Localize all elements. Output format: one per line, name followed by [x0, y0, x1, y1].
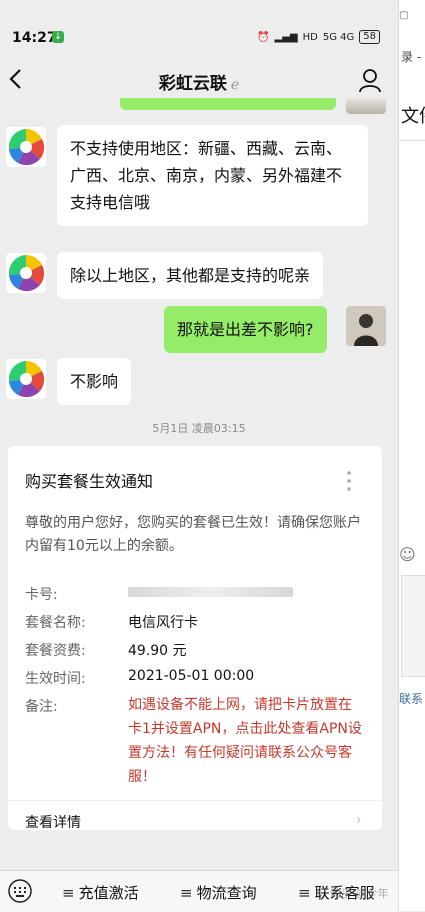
chevron-right-icon: › — [356, 812, 362, 828]
chat-title: 彩虹云联 ℯ — [0, 69, 398, 94]
chat-title-text: 彩虹云联 — [158, 74, 227, 94]
user-avatar[interactable] — [346, 306, 386, 346]
menu-logistics-label: 物流查询 — [196, 884, 257, 902]
network-label: 5G 4G — [322, 31, 355, 43]
download-icon: ↓ — [52, 31, 64, 43]
keyboard-icon[interactable] — [8, 879, 32, 903]
window-controls: ▢ — [399, 10, 409, 21]
message-bubble-sent: 那就是出差不影响? — [164, 306, 327, 353]
menu-list-icon: ≡ — [298, 884, 311, 902]
card-number-redacted — [128, 587, 293, 597]
menu-list-icon: ≡ — [180, 884, 193, 902]
card-number-label: 卡号: — [25, 587, 58, 603]
menu-recharge-label: 充值激活 — [78, 884, 139, 902]
watermark: 知乎 @少年 — [330, 887, 389, 900]
plan-fee-label: 套餐资费: — [25, 643, 86, 659]
battery-indicator: 58 — [359, 30, 380, 44]
card-title: 购买套餐生效通知 — [25, 472, 154, 491]
note-label: 备注: — [25, 699, 58, 715]
menu-recharge[interactable]: ≡ 充值激活 — [62, 882, 139, 903]
user-avatar-image — [346, 306, 386, 346]
message-bubble: 不影响 — [57, 358, 132, 405]
status-time: 14:27 — [12, 30, 57, 46]
status-bar: 14:27 ↓ ⏰ ▂▄▆ HD 5G 4G 58 — [0, 0, 398, 62]
user-avatar[interactable] — [346, 98, 386, 114]
message-bubble: 除以上地区，其他都是支持的呢亲 — [57, 252, 324, 299]
card-intro: 尊敬的用户您好，您购买的套餐已生效！请确保您账户内留有10元以上的余额。 — [25, 515, 361, 554]
plan-name-value: 电信风行卡 — [128, 615, 198, 631]
alarm-icon: ⏰ — [257, 31, 270, 43]
plan-name-label: 套餐名称: — [25, 615, 86, 631]
emoji-icon: ☺ — [399, 545, 416, 564]
background-window: ▢ 录 - 文件 ☺ 联系 — [398, 0, 425, 911]
message-bubble: 不支持使用地区：新疆、西藏、云南、广西、北京、南京，内蒙、另外福建不支持电信哦 — [57, 125, 368, 226]
view-details-link[interactable]: 查看详情 — [25, 812, 81, 832]
card-divider — [8, 800, 382, 801]
status-icons: ⏰ ▂▄▆ HD 5G 4G 58 — [257, 30, 380, 44]
notification-card[interactable]: 购买套餐生效通知 尊敬的用户您好，您购买的套餐已生效！请确保您账户内留有10元以… — [8, 446, 382, 832]
panel-thumbnail — [401, 575, 425, 677]
bottom-menu-bar: ≡ 充值激活 ≡ 物流查询 ≡ 联系客服 知乎 @少年 — [0, 870, 398, 912]
hd-icon: HD — [302, 31, 318, 43]
effective-time-value: 2021-05-01 00:00 — [128, 668, 255, 684]
panel-divider — [399, 140, 425, 141]
merchant-avatar[interactable] — [6, 253, 46, 293]
previous-message-bubble — [120, 98, 336, 110]
panel-text-3: 联系 — [399, 692, 424, 706]
effective-time-label: 生效时间: — [25, 671, 86, 687]
note-value[interactable]: 如遇设备不能上网，请把卡片放置在卡1并设置APN，点击此处查看APN设置方法！有… — [128, 693, 363, 789]
plan-fee-value: 49.90 元 — [128, 643, 187, 659]
panel-text-1: 录 - — [401, 50, 422, 64]
message-timestamp: 5月1日 凌晨03:15 — [152, 422, 246, 435]
more-icon[interactable] — [346, 470, 352, 492]
merchant-avatar[interactable] — [6, 359, 46, 399]
chat-header: 彩虹云联 ℯ — [0, 62, 398, 98]
ear-icon: ℯ — [230, 77, 240, 93]
signal-icon: ▂▄▆ — [274, 31, 298, 43]
profile-icon[interactable] — [356, 66, 384, 94]
menu-logistics[interactable]: ≡ 物流查询 — [180, 882, 257, 903]
merchant-avatar[interactable] — [6, 127, 46, 167]
menu-list-icon: ≡ — [62, 884, 75, 902]
panel-text-2: 文件 — [401, 106, 425, 127]
